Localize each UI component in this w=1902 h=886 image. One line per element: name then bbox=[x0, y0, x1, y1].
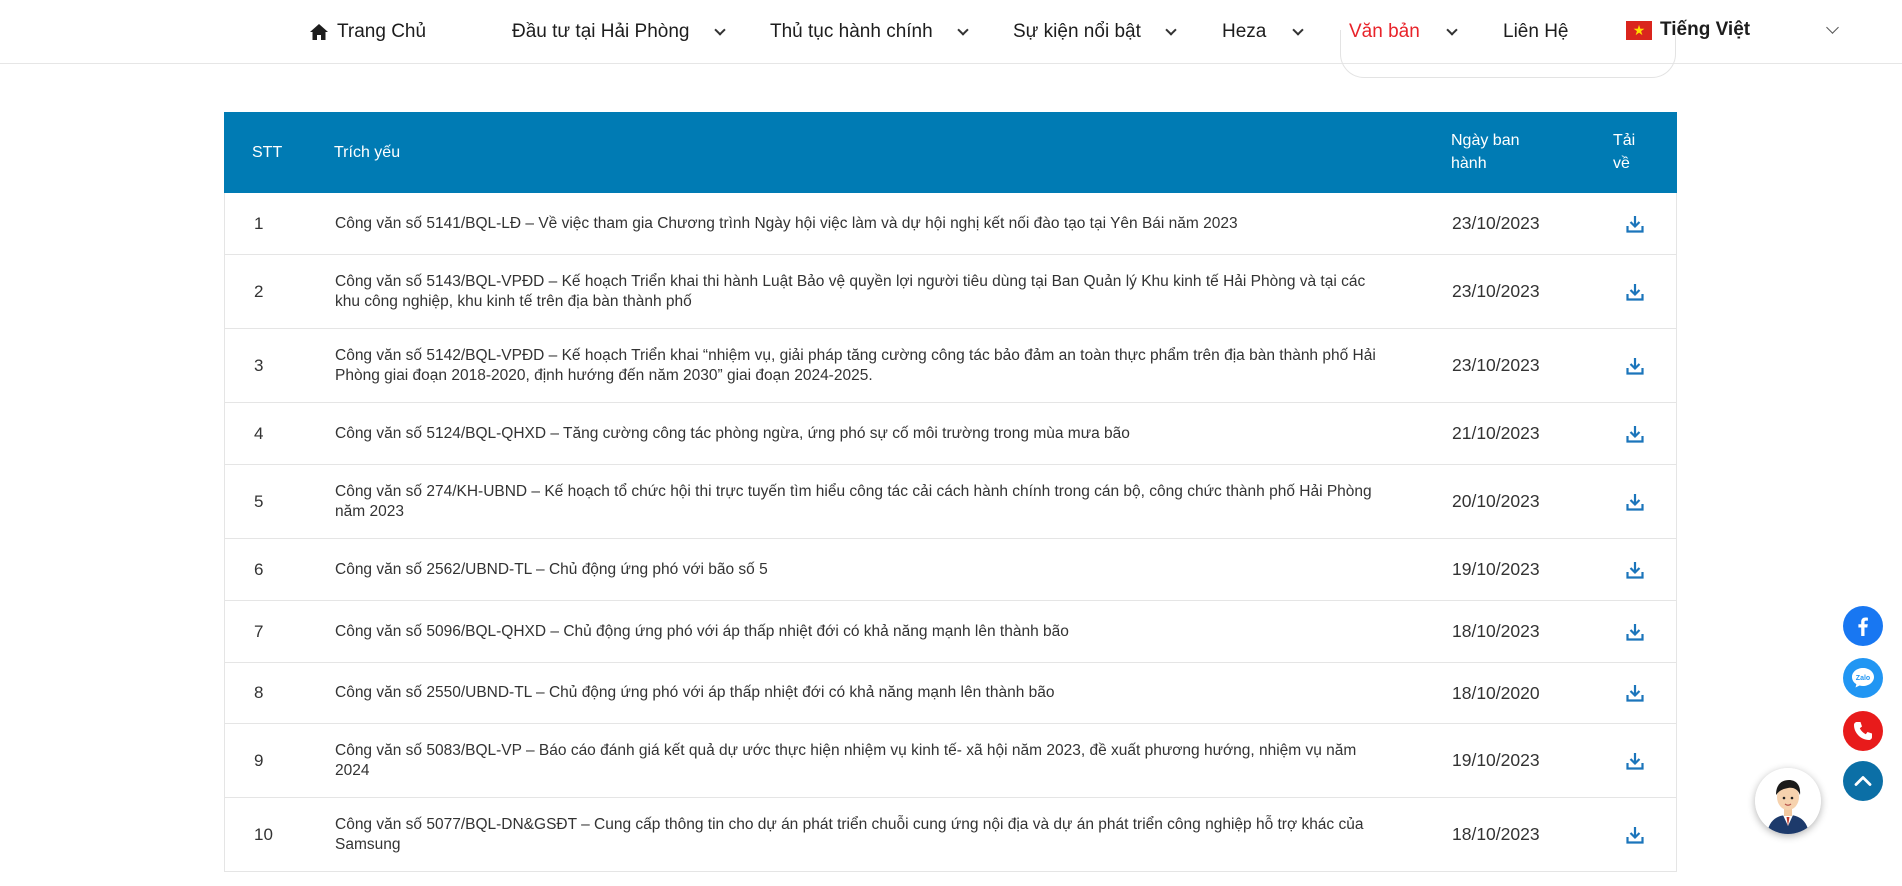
download-icon bbox=[1626, 357, 1644, 375]
download-icon bbox=[1626, 215, 1644, 233]
table-row: 9 Công văn số 5083/BQL-VP – Báo cáo đánh… bbox=[224, 724, 1677, 798]
header-summary: Trích yếu bbox=[334, 144, 401, 161]
download-button[interactable] bbox=[1615, 798, 1655, 871]
row-stt: 2 bbox=[254, 281, 264, 301]
zalo-icon: Zalo bbox=[1852, 668, 1874, 688]
row-stt: 10 bbox=[254, 824, 273, 844]
row-summary[interactable]: Công văn số 2550/UBND-TL – Chủ động ứng … bbox=[335, 663, 1385, 723]
download-icon bbox=[1626, 561, 1644, 579]
row-summary[interactable]: Công văn số 5143/BQL-VPĐD – Kế hoạch Tri… bbox=[335, 255, 1385, 328]
header-date: Ngày ban hành bbox=[1451, 129, 1520, 175]
zalo-button[interactable]: Zalo bbox=[1843, 658, 1883, 698]
home-icon bbox=[310, 24, 328, 40]
download-button[interactable] bbox=[1615, 329, 1655, 402]
support-chat-avatar[interactable] bbox=[1755, 768, 1821, 834]
row-date: 21/10/2023 bbox=[1452, 423, 1540, 443]
header-date-line2: hành bbox=[1451, 155, 1487, 172]
nav-item-thu-tuc[interactable]: Thủ tục hành chính bbox=[770, 19, 969, 45]
download-button[interactable] bbox=[1615, 193, 1655, 254]
nav-item-label: Sự kiện nổi bật bbox=[1013, 21, 1141, 42]
table-row: 8 Công văn số 2550/UBND-TL – Chủ động ứn… bbox=[224, 663, 1677, 724]
row-stt: 9 bbox=[254, 750, 264, 770]
row-date: 23/10/2023 bbox=[1452, 281, 1540, 301]
zalo-text: Zalo bbox=[1856, 675, 1870, 682]
header-download-line1: Tải bbox=[1613, 132, 1636, 149]
row-date: 23/10/2023 bbox=[1452, 355, 1540, 375]
row-summary[interactable]: Công văn số 2562/UBND-TL – Chủ động ứng … bbox=[335, 539, 1385, 600]
row-summary[interactable]: Công văn số 274/KH-UBND – Kế hoạch tổ ch… bbox=[335, 465, 1385, 538]
row-summary[interactable]: Công văn số 5077/BQL-DN&GSĐT – Cung cấp … bbox=[335, 798, 1385, 871]
table-header: STT Trích yếu Ngày ban hành Tải về bbox=[224, 112, 1677, 193]
row-stt: 5 bbox=[254, 491, 264, 511]
download-button[interactable] bbox=[1615, 255, 1655, 328]
table-row: 10 Công văn số 5077/BQL-DN&GSĐT – Cung c… bbox=[224, 798, 1677, 872]
row-stt: 7 bbox=[254, 621, 264, 641]
row-summary[interactable]: Công văn số 5124/BQL-QHXD – Tăng cường c… bbox=[335, 403, 1385, 464]
table-row: 6 Công văn số 2562/UBND-TL – Chủ động ứn… bbox=[224, 539, 1677, 601]
row-date: 19/10/2023 bbox=[1452, 750, 1540, 770]
phone-icon bbox=[1854, 722, 1872, 740]
nav-home-label: Trang Chủ bbox=[337, 21, 427, 42]
nav-item-label: Thủ tục hành chính bbox=[770, 21, 933, 42]
scroll-to-top-button[interactable] bbox=[1843, 761, 1883, 801]
nav-item-label: Heza bbox=[1222, 21, 1267, 42]
download-icon bbox=[1626, 283, 1644, 301]
facebook-button[interactable] bbox=[1843, 606, 1883, 646]
row-date: 18/10/2023 bbox=[1452, 824, 1540, 844]
header-download: Tải về bbox=[1613, 129, 1635, 175]
download-button[interactable] bbox=[1615, 465, 1655, 538]
row-stt: 6 bbox=[254, 559, 264, 579]
download-button[interactable] bbox=[1615, 724, 1655, 797]
facebook-icon bbox=[1858, 617, 1868, 636]
support-avatar-icon bbox=[1755, 768, 1821, 834]
chevron-down-icon bbox=[1826, 20, 1839, 34]
row-stt: 8 bbox=[254, 683, 264, 702]
row-date: 18/10/2020 bbox=[1452, 682, 1540, 703]
chevron-up-icon bbox=[1854, 776, 1872, 786]
table-row: 7 Công văn số 5096/BQL-QHXD – Chủ động ứ… bbox=[224, 601, 1677, 663]
row-summary[interactable]: Công văn số 5083/BQL-VP – Báo cáo đánh g… bbox=[335, 724, 1385, 797]
header-download-line2: về bbox=[1613, 155, 1630, 172]
row-date: 19/10/2023 bbox=[1452, 559, 1540, 579]
row-summary[interactable]: Công văn số 5096/BQL-QHXD – Chủ động ứng… bbox=[335, 601, 1385, 662]
table-row: 4 Công văn số 5124/BQL-QHXD – Tăng cường… bbox=[224, 403, 1677, 465]
download-icon bbox=[1626, 826, 1644, 844]
row-stt: 1 bbox=[254, 213, 264, 233]
phone-button[interactable] bbox=[1843, 711, 1883, 751]
download-icon bbox=[1626, 752, 1644, 770]
table-row: 2 Công văn số 5143/BQL-VPĐD – Kế hoạch T… bbox=[224, 255, 1677, 329]
table-row: 1 Công văn số 5141/BQL-LĐ – Về việc tham… bbox=[224, 193, 1677, 255]
download-icon bbox=[1626, 425, 1644, 443]
row-summary[interactable]: Công văn số 5141/BQL-LĐ – Về việc tham g… bbox=[335, 193, 1385, 254]
row-date: 20/10/2023 bbox=[1452, 491, 1540, 511]
documents-table: STT Trích yếu Ngày ban hành Tải về 1 Côn… bbox=[224, 112, 1677, 872]
row-stt: 3 bbox=[254, 355, 264, 375]
download-button[interactable] bbox=[1615, 403, 1655, 464]
table-row: 5 Công văn số 274/KH-UBND – Kế hoạch tổ … bbox=[224, 465, 1677, 539]
download-icon bbox=[1626, 685, 1644, 702]
header-stt: STT bbox=[252, 144, 283, 161]
download-icon bbox=[1626, 493, 1644, 511]
chevron-down-icon bbox=[713, 23, 726, 36]
nav-item-dau-tu[interactable]: Đầu tư tại Hải Phòng bbox=[512, 19, 726, 45]
row-date: 18/10/2023 bbox=[1452, 621, 1540, 641]
chevron-down-icon bbox=[957, 23, 969, 36]
download-button[interactable] bbox=[1615, 601, 1655, 662]
row-date: 23/10/2023 bbox=[1452, 213, 1540, 233]
row-stt: 4 bbox=[254, 423, 264, 443]
chevron-down-icon bbox=[1292, 23, 1305, 36]
download-button[interactable] bbox=[1615, 663, 1655, 723]
download-icon bbox=[1626, 623, 1644, 641]
header-date-line1: Ngày ban bbox=[1451, 132, 1520, 149]
download-button[interactable] bbox=[1615, 539, 1655, 600]
nav-item-su-kien[interactable]: Sự kiện nổi bật bbox=[1013, 19, 1177, 45]
nav-item-heza[interactable]: Heza bbox=[1222, 19, 1305, 45]
chevron-down-icon bbox=[1165, 23, 1177, 36]
nav-item-label: Đầu tư tại Hải Phòng bbox=[512, 21, 690, 42]
table-row: 3 Công văn số 5142/BQL-VPĐD – Kế hoạch T… bbox=[224, 329, 1677, 403]
search-box[interactable] bbox=[1340, 30, 1676, 78]
nav-home[interactable]: Trang Chủ bbox=[309, 19, 426, 45]
row-summary[interactable]: Công văn số 5142/BQL-VPĐD – Kế hoạch Tri… bbox=[335, 329, 1385, 402]
